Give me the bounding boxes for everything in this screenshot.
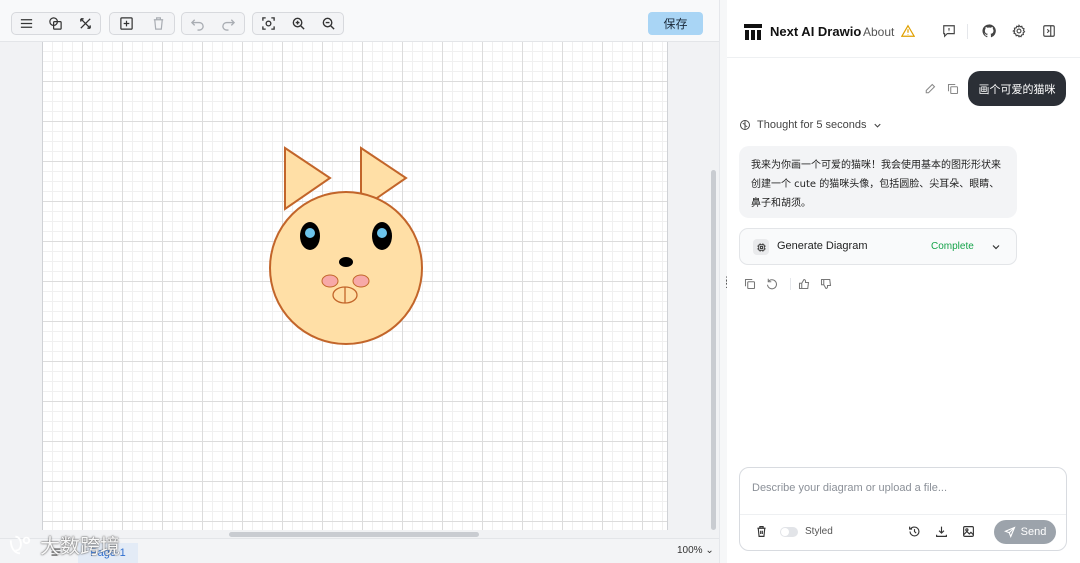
chat-panel: Next AI Drawio About 画个可爱的猫咪 Thought for… — [727, 0, 1080, 563]
menu-icon[interactable] — [12, 13, 41, 34]
chevron-down-icon: ⌄ — [705, 545, 714, 556]
brain-icon — [739, 119, 751, 131]
cat-face[interactable] — [269, 191, 423, 345]
add-shape-icon[interactable] — [110, 13, 142, 34]
toolbar-group-view — [11, 12, 101, 35]
feedback-icon[interactable] — [940, 22, 958, 40]
settings-gear-icon[interactable] — [1010, 22, 1028, 40]
composer-divider — [740, 514, 1066, 515]
chat-composer: Styled Send — [739, 467, 1067, 551]
prompt-input[interactable] — [752, 478, 1052, 498]
download-icon[interactable] — [935, 525, 949, 539]
fit-page-icon[interactable] — [253, 13, 283, 34]
status-badge: Complete — [931, 241, 974, 252]
save-button[interactable]: 保存 — [648, 12, 703, 35]
watermark: 大数跨境 — [8, 530, 120, 559]
diagram-editor: 保存 Page-1 100% ⌄ — [0, 0, 719, 563]
actions-divider — [790, 278, 791, 290]
copy-icon[interactable] — [947, 82, 959, 95]
horizontal-scrollbar[interactable] — [229, 532, 479, 537]
send-label: Send — [1020, 526, 1047, 538]
cpu-icon — [753, 239, 769, 255]
collapse-panel-icon[interactable] — [1040, 22, 1058, 40]
chevron-down-icon[interactable] — [990, 240, 1002, 252]
zoom-out-icon[interactable] — [313, 13, 343, 34]
tool-call-card[interactable]: Generate Diagram Complete — [739, 228, 1017, 265]
github-icon[interactable] — [980, 22, 998, 40]
user-message: 画个可爱的猫咪 — [968, 71, 1066, 106]
cat-left-cheek[interactable] — [321, 274, 339, 288]
app-title: Next AI Drawio — [770, 24, 862, 39]
send-button[interactable]: Send — [994, 520, 1056, 544]
zoom-value: 100% — [677, 545, 703, 556]
delete-icon[interactable] — [142, 13, 174, 34]
app-window: 保存 Page-1 100% ⌄ Next AI Drawio About 画个… — [0, 0, 1080, 563]
cat-right-eye-highlight — [377, 228, 387, 238]
history-icon[interactable] — [908, 525, 922, 539]
zoom-in-icon[interactable] — [283, 13, 313, 34]
toolbar-group-edit — [109, 12, 175, 35]
thought-toggle[interactable]: Thought for 5 seconds — [739, 119, 883, 131]
header-divider — [967, 24, 968, 39]
cat-left-eye-highlight — [305, 228, 315, 238]
trash-icon[interactable] — [755, 525, 769, 539]
cat-nose[interactable] — [339, 257, 353, 267]
assistant-message: 我来为你画一个可爱的猫咪！我会使用基本的图形形状来创建一个 cute 的猫咪头像… — [739, 146, 1017, 218]
format-tools-icon[interactable] — [71, 13, 100, 34]
redo-icon[interactable] — [213, 13, 244, 34]
watermark-text: 大数跨境 — [40, 534, 120, 558]
toolbar-group-zoom — [252, 12, 344, 35]
editor-toolbar: 保存 — [0, 0, 719, 42]
undo-icon[interactable] — [182, 13, 213, 34]
send-icon — [1003, 526, 1016, 538]
cat-right-cheek[interactable] — [352, 274, 370, 288]
shapes-icon[interactable] — [41, 13, 70, 34]
about-link[interactable]: About — [863, 25, 894, 39]
image-upload-icon[interactable] — [962, 525, 976, 539]
toolbar-group-history — [181, 12, 245, 35]
drag-handle-icon[interactable]: ⋮⋮ — [722, 276, 731, 290]
styled-label: Styled — [805, 526, 833, 537]
thumbs-up-icon[interactable] — [798, 277, 812, 291]
watermark-logo-icon — [8, 533, 32, 557]
zoom-level[interactable]: 100% ⌄ — [677, 545, 714, 556]
tool-label: Generate Diagram — [777, 240, 868, 252]
thought-label: Thought for 5 seconds — [757, 119, 867, 131]
vertical-scrollbar[interactable] — [711, 170, 716, 530]
edit-pencil-icon[interactable] — [924, 82, 936, 94]
styled-toggle[interactable] — [780, 527, 798, 537]
app-logo-icon — [743, 22, 763, 42]
copy-icon[interactable] — [744, 277, 758, 291]
drawing-canvas[interactable] — [42, 42, 668, 530]
warning-icon[interactable] — [899, 22, 917, 40]
panel-header: Next AI Drawio About — [727, 0, 1080, 58]
chevron-down-icon — [872, 120, 883, 131]
regenerate-icon[interactable] — [766, 277, 780, 291]
thumbs-down-icon[interactable] — [820, 277, 834, 291]
cat-diagram — [269, 146, 423, 345]
